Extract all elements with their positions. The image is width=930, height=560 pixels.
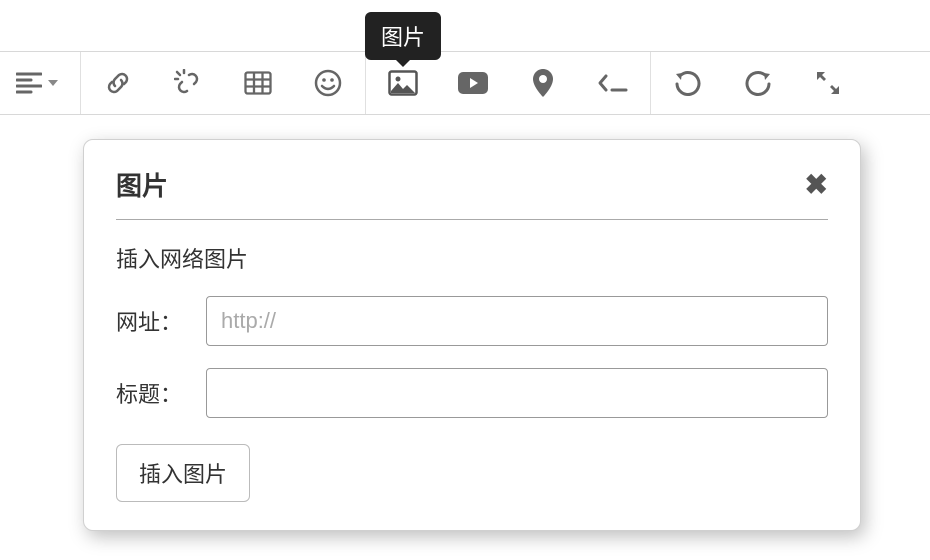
- toolbar-group-insert1: [81, 52, 366, 114]
- editor-toolbar: 图片: [0, 51, 930, 115]
- close-button[interactable]: ✖: [805, 168, 828, 201]
- fullscreen-icon: [815, 70, 841, 96]
- url-input[interactable]: [206, 296, 828, 346]
- title-input[interactable]: [206, 368, 828, 418]
- table-icon: [244, 71, 272, 95]
- title-label: 标题：: [116, 377, 196, 409]
- redo-button[interactable]: [735, 60, 781, 106]
- title-row: 标题：: [116, 368, 828, 418]
- table-button[interactable]: [235, 60, 281, 106]
- image-tooltip: 图片: [365, 12, 441, 60]
- toolbar-group-actions: [651, 52, 865, 114]
- image-icon: [388, 70, 418, 96]
- code-icon: [598, 73, 628, 93]
- undo-button[interactable]: [665, 60, 711, 106]
- insert-image-button[interactable]: 插入图片: [116, 444, 250, 502]
- location-icon: [532, 68, 554, 98]
- panel-title: 图片: [116, 166, 168, 203]
- chevron-down-icon: [48, 80, 58, 86]
- panel-header: 图片 ✖: [116, 166, 828, 220]
- unlink-icon: [174, 69, 202, 97]
- code-button[interactable]: [590, 60, 636, 106]
- video-button[interactable]: [450, 60, 496, 106]
- link-button[interactable]: [95, 60, 141, 106]
- toolbar-group-align: [0, 52, 81, 114]
- url-row: 网址：: [116, 296, 828, 346]
- emoji-icon: [314, 69, 342, 97]
- image-insert-panel: 图片 ✖ 插入网络图片 网址： 标题： 插入图片: [83, 139, 861, 531]
- image-button[interactable]: 图片: [380, 60, 426, 106]
- fullscreen-button[interactable]: [805, 60, 851, 106]
- url-label: 网址：: [116, 305, 196, 337]
- undo-icon: [674, 69, 702, 97]
- link-icon: [104, 69, 132, 97]
- toolbar-group-insert2: 图片: [366, 52, 651, 114]
- redo-icon: [744, 69, 772, 97]
- emoji-button[interactable]: [305, 60, 351, 106]
- panel-subtitle: 插入网络图片: [116, 242, 828, 274]
- align-left-button[interactable]: [8, 60, 66, 106]
- location-button[interactable]: [520, 60, 566, 106]
- video-icon: [457, 71, 489, 95]
- unlink-button[interactable]: [165, 60, 211, 106]
